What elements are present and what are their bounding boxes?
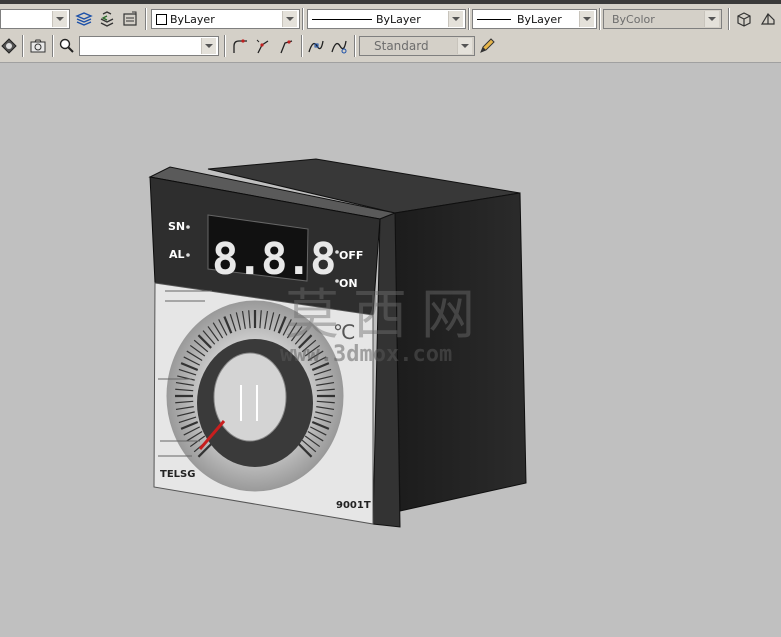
text-style-value: Standard — [374, 39, 429, 53]
dial-knob[interactable] — [213, 352, 287, 442]
explode-button[interactable] — [252, 35, 274, 57]
chevron-down-icon — [448, 11, 463, 27]
draw-spline-button[interactable] — [305, 35, 327, 57]
model-number: 9001T — [336, 500, 371, 511]
render-icon — [1, 38, 17, 54]
zoom-realtime-button[interactable] — [56, 35, 78, 57]
toolbar-separator — [302, 8, 304, 30]
render-button[interactable] — [0, 35, 20, 57]
toolbar-separator — [224, 35, 226, 57]
linetype-control-dropdown[interactable]: ByLayer — [307, 9, 466, 29]
camera-icon — [30, 39, 46, 53]
color-control-dropdown[interactable]: ByLayer — [151, 9, 300, 29]
magnifier-icon — [59, 38, 74, 53]
view-toolbar: Standard — [0, 33, 781, 59]
watermark-chinese: 莫西网 — [285, 283, 489, 346]
toolbar-separator — [145, 8, 147, 30]
linetype-control-value: ByLayer — [376, 13, 421, 26]
layers-icon — [75, 12, 93, 26]
fillet-button[interactable] — [229, 35, 251, 57]
toolbar-separator — [22, 35, 24, 57]
toolbar-top-edge — [0, 0, 781, 4]
text-style-dropdown[interactable]: Standard — [359, 36, 475, 56]
layer-dropdown[interactable] — [0, 9, 70, 29]
lineweight-sample — [477, 19, 511, 20]
fillet-icon — [233, 39, 247, 53]
polyline-edit-icon — [280, 40, 293, 54]
chevron-down-icon — [52, 11, 67, 27]
toolbar-separator — [301, 35, 303, 57]
edit-spline-button[interactable] — [328, 35, 350, 57]
sn-indicator-dot — [186, 225, 190, 229]
3d-box-button[interactable] — [733, 8, 755, 30]
lineweight-control-value: ByLayer — [517, 13, 562, 26]
layer-previous-icon — [100, 11, 114, 27]
led-digits: 8.8.8 — [212, 234, 334, 285]
watermark-url: www.3dmox.com — [280, 342, 452, 367]
edit-polyline-button[interactable] — [275, 35, 297, 57]
text-style-manager-button[interactable] — [476, 35, 498, 57]
toolbar-separator — [599, 8, 601, 30]
toolbar-area: ByLayer ByLayer ByLayer ByColor Standard — [0, 0, 781, 62]
3d-wedge-button[interactable] — [757, 8, 779, 30]
spline-icon — [308, 40, 324, 53]
properties-toolbar: ByLayer ByLayer ByLayer ByColor — [0, 6, 781, 32]
off-label: OFF — [339, 249, 363, 262]
chevron-down-icon — [579, 11, 594, 27]
plot-style-value: ByColor — [612, 13, 655, 26]
brand-label: TELSG — [160, 469, 195, 480]
layer-previous-button[interactable] — [96, 8, 118, 30]
lineweight-control-dropdown[interactable]: ByLayer — [472, 9, 597, 29]
color-control-value: ByLayer — [170, 13, 215, 26]
wedge-icon — [760, 13, 775, 25]
chevron-down-icon — [457, 38, 472, 54]
3d-model-render: SN AL 8.8.8 OFF ON ℃ TELSG 9001T 莫西网 www… — [148, 158, 527, 528]
chevron-down-icon — [201, 38, 216, 54]
make-layer-current-button[interactable] — [73, 8, 95, 30]
al-label: AL — [169, 248, 185, 261]
toolbar-separator — [728, 8, 730, 30]
drawing-viewport[interactable]: SN AL 8.8.8 OFF ON ℃ TELSG 9001T 莫西网 www… — [0, 62, 781, 637]
plot-style-dropdown[interactable]: ByColor — [603, 9, 722, 29]
view-dropdown[interactable] — [79, 36, 219, 56]
layer-states-icon — [123, 11, 137, 26]
sn-label: SN — [168, 220, 185, 233]
chevron-down-icon — [282, 11, 297, 27]
layer-states-button[interactable] — [119, 8, 141, 30]
chevron-down-icon — [704, 11, 719, 27]
pencil-icon — [480, 38, 495, 53]
box-icon — [737, 12, 751, 27]
toolbar-separator — [354, 35, 356, 57]
toolbar-separator — [468, 8, 470, 30]
named-views-button[interactable] — [27, 35, 49, 57]
spline-edit-icon — [331, 40, 347, 54]
color-swatch — [156, 14, 167, 25]
linetype-sample — [312, 19, 372, 20]
toolbar-separator — [52, 35, 54, 57]
al-indicator-dot — [186, 253, 190, 257]
explode-icon — [256, 39, 269, 54]
